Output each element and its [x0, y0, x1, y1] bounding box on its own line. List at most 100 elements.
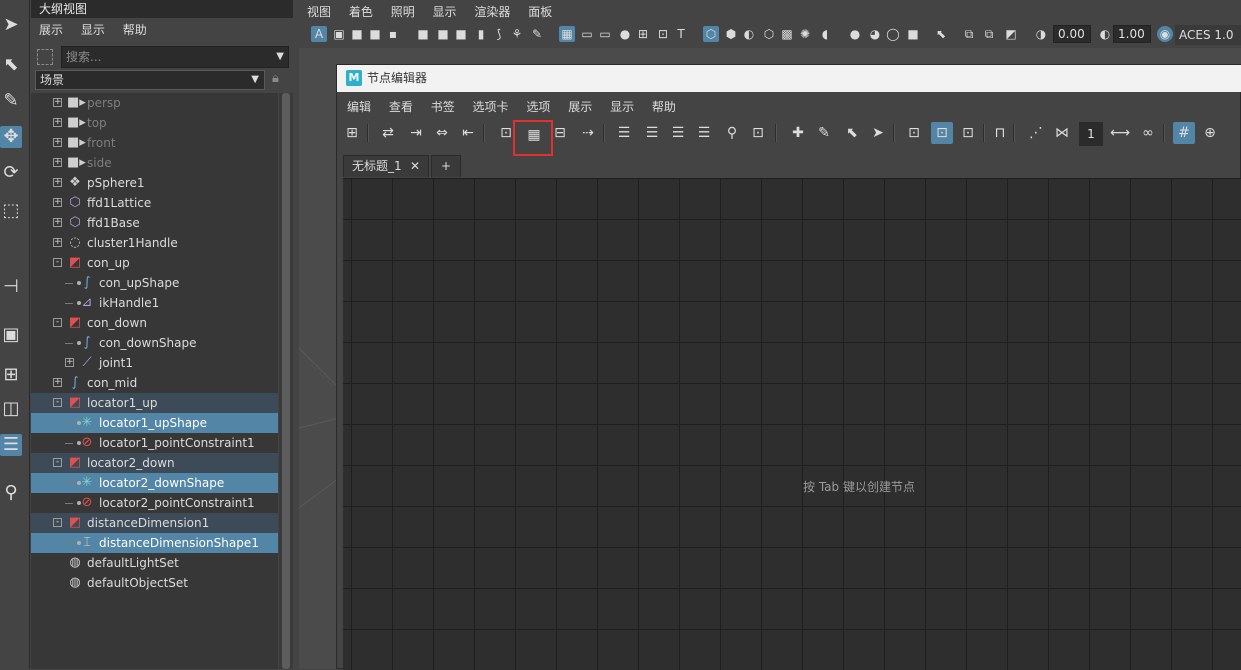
input-output-icon[interactable]: ⇔	[431, 122, 453, 144]
xray-joints-icon[interactable]: ⧉	[981, 26, 997, 42]
unpin-icon[interactable]: ⬉	[841, 122, 863, 144]
image-plane-icon[interactable]: ■	[367, 26, 383, 42]
vp-menu-show[interactable]: 显示	[433, 2, 457, 22]
paint-select-tool-icon[interactable]: ✎	[0, 90, 22, 112]
outliner-row[interactable]: ⊘ locator1_pointConstraint1	[31, 433, 278, 453]
full-mode-icon[interactable]: ☰	[667, 122, 689, 144]
outliner-row[interactable]: - ◩ con_up	[31, 253, 278, 273]
ne-menu-tabs[interactable]: 选项卡	[473, 97, 509, 117]
add-tab-button[interactable]: +	[431, 155, 461, 177]
pin-all-icon[interactable]: ✎	[813, 122, 835, 144]
camera-attr-icon[interactable]: ▣	[331, 26, 347, 42]
outliner-row[interactable]: + ■▸ front	[31, 133, 278, 153]
zoom-search-icon[interactable]: ⚲	[0, 482, 22, 504]
expand-icon[interactable]: +	[53, 98, 62, 107]
outliner-row[interactable]: + ◌ cluster1Handle	[31, 233, 278, 253]
camera-lock-icon[interactable]: ■	[435, 26, 451, 42]
safe-action-icon[interactable]: ⊡	[655, 26, 671, 42]
collapse-icon[interactable]: -	[53, 458, 62, 467]
camera-film-icon[interactable]: ■	[415, 26, 431, 42]
node-count-field[interactable]: 1	[1079, 122, 1103, 146]
collapse-icon[interactable]: -	[53, 258, 62, 267]
collapse-icon[interactable]: -	[53, 318, 62, 327]
2d-pan-icon[interactable]: ▪	[385, 26, 401, 42]
shadows-icon[interactable]: ◖	[817, 26, 833, 42]
shading-network-icon[interactable]: ⊡	[957, 122, 979, 144]
expand-icon[interactable]: +	[53, 158, 62, 167]
wireframe-on-shaded-icon[interactable]: ⬡	[761, 26, 777, 42]
ne-menu-bookmarks[interactable]: 书签	[431, 97, 455, 117]
outliner-row[interactable]: ◍ defaultObjectSet	[31, 573, 278, 593]
layout-single-icon[interactable]: ▣	[0, 324, 22, 346]
outliner-row[interactable]: - ◩ locator1_up	[31, 393, 278, 413]
outliner-row[interactable]: ✳ locator2_downShape	[31, 473, 278, 493]
measure-tool-icon[interactable]: ⊣	[0, 276, 22, 298]
depth-of-field-icon[interactable]: ■	[905, 26, 921, 42]
outliner-row[interactable]: + ■▸ top	[31, 113, 278, 133]
scale-tool-icon[interactable]: ⬚	[0, 200, 22, 222]
simple-mode-icon[interactable]: ☰	[613, 122, 635, 144]
bookmark-icon[interactable]: ■	[349, 26, 365, 42]
outliner-row[interactable]: - ◩ con_down	[31, 313, 278, 333]
outliner-row[interactable]: ✳ locator1_upShape	[31, 413, 278, 433]
add-node-icon[interactable]: ⊞	[341, 122, 363, 144]
custom-mode-icon[interactable]: ☰	[693, 122, 715, 144]
textured-icon[interactable]: ▩	[779, 26, 795, 42]
flag-icon[interactable]: ▮	[473, 26, 489, 42]
outliner-row[interactable]: + ⬡ ffd1Base	[31, 213, 278, 233]
outliner-row[interactable]: + ⬡ ffd1Lattice	[31, 193, 278, 213]
xray-active-icon[interactable]: ◩	[1003, 26, 1019, 42]
expand-icon[interactable]: +	[53, 238, 62, 247]
gate-mask-icon[interactable]: ●	[617, 26, 633, 42]
compound-icon[interactable]: ∞	[1137, 122, 1159, 144]
vp-menu-shading[interactable]: 着色	[349, 2, 373, 22]
anti-aliasing-icon[interactable]: ◯	[885, 26, 901, 42]
gamma-field[interactable]: 1.00	[1113, 25, 1151, 43]
outliner-row[interactable]: ∫ con_upShape	[31, 273, 278, 293]
pin-selected-icon[interactable]: ➤	[867, 122, 889, 144]
resolution-gate-icon[interactable]: ▭	[597, 26, 613, 42]
field-chart-icon[interactable]: ⊞	[635, 26, 651, 42]
pencil-icon[interactable]: ✎	[529, 26, 545, 42]
layout-two-icon[interactable]: ◫	[0, 398, 22, 420]
lock-icon[interactable]: ⊓	[989, 122, 1011, 144]
film-gate-icon[interactable]: ▭	[579, 26, 595, 42]
smooth-shade-icon[interactable]: ⬢	[723, 26, 739, 42]
vp-menu-panels[interactable]: 面板	[528, 2, 552, 22]
output-connections-icon[interactable]: ⇤	[457, 122, 479, 144]
default-material-icon[interactable]: ◐	[741, 26, 757, 42]
lasso-tool-icon[interactable]: ⬉	[0, 54, 22, 76]
close-icon[interactable]: ✕	[410, 156, 420, 176]
exposure-field[interactable]: 0.00	[1053, 25, 1091, 43]
snap-icon[interactable]: ⚘	[509, 26, 525, 42]
expand-icon[interactable]: +	[53, 118, 62, 127]
ne-menu-options[interactable]: 选项	[526, 97, 550, 117]
input-output-connections-icon[interactable]: ⇄	[377, 122, 399, 144]
curve-tool-icon[interactable]: ⟆	[491, 26, 507, 42]
scene-dropdown[interactable]: 场景 ▼	[35, 70, 265, 90]
search-icon[interactable]: ⚲	[721, 122, 743, 144]
color-management-icon[interactable]: ◉	[1157, 26, 1173, 42]
expand-icon[interactable]: +	[53, 218, 62, 227]
show-grid-icon[interactable]: #	[1173, 122, 1195, 144]
color-space-label[interactable]: ACES 1.0 S	[1175, 25, 1241, 62]
expand-icon[interactable]: ⟷	[1109, 122, 1131, 144]
expand-icon[interactable]: +	[53, 198, 62, 207]
swatches-icon[interactable]: ⊡	[931, 122, 953, 144]
outliner-menu-help[interactable]: 帮助	[123, 20, 147, 40]
lights-icon[interactable]: ✺	[797, 26, 813, 42]
select-tool-icon[interactable]: ➤	[0, 14, 22, 36]
frame-selection-icon[interactable]: ⊡	[747, 122, 769, 144]
rotate-tool-icon[interactable]: ⟳	[0, 162, 22, 184]
outliner-row[interactable]: + ❖ pSphere1	[31, 173, 278, 193]
outliner-row[interactable]: + ■▸ side	[31, 153, 278, 173]
move-tool-icon[interactable]: ✥	[0, 126, 22, 148]
search-dropdown-icon[interactable]: ▼	[276, 47, 284, 67]
expand-icon[interactable]: +	[53, 378, 62, 387]
ne-menu-edit[interactable]: 编辑	[347, 97, 371, 117]
collapse-icon[interactable]: -	[53, 398, 62, 407]
ambient-occlusion-icon[interactable]: ●	[847, 26, 863, 42]
input-connections-icon[interactable]: ⇥	[405, 122, 427, 144]
ne-menu-display[interactable]: 展示	[568, 97, 592, 117]
vp-menu-renderer[interactable]: 渲染器	[474, 2, 510, 22]
